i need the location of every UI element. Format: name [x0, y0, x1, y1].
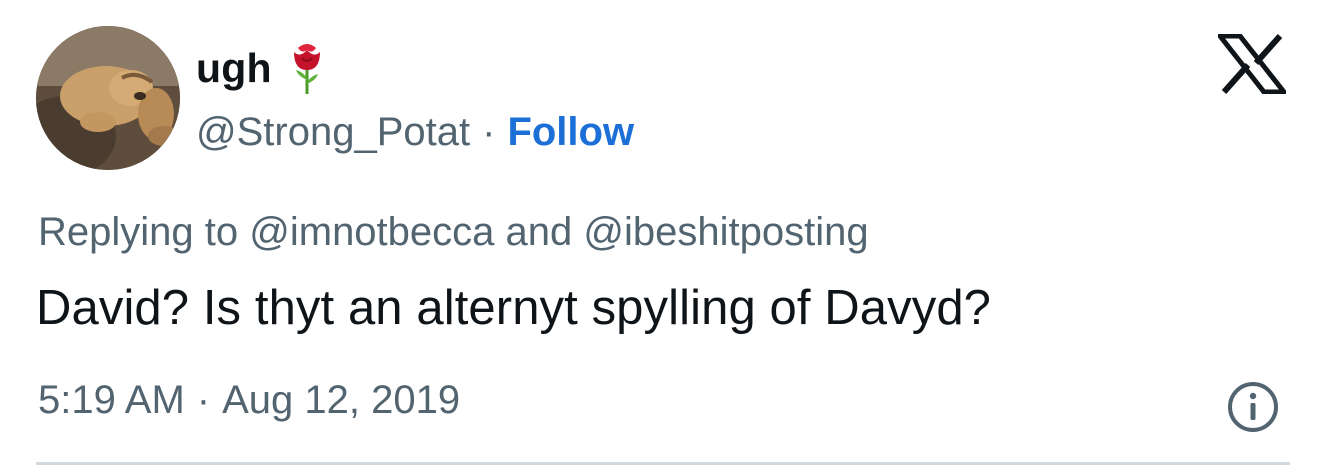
handle-row: @Strong_Potat · Follow	[196, 106, 634, 158]
tweet-time[interactable]: 5:19 AM	[38, 378, 185, 423]
x-logo-glyph	[1218, 34, 1286, 94]
reply-mention-1[interactable]: @imnotbecca	[249, 210, 494, 254]
display-name[interactable]: ugh	[196, 45, 272, 92]
x-logo-icon[interactable]	[1218, 34, 1286, 94]
dog-avatar-image	[36, 26, 180, 170]
display-name-row: ugh	[196, 40, 324, 96]
divider	[36, 462, 1290, 465]
reply-mention-2[interactable]: @ibeshitposting	[583, 210, 868, 254]
avatar[interactable]	[36, 26, 180, 170]
separator-dot: ·	[196, 378, 211, 422]
reply-connector: and	[505, 210, 573, 254]
replying-to-line: Replying to @imnotbecca and @ibeshitpost…	[38, 210, 869, 255]
timestamp-row: 5:19 AM · Aug 12, 2019	[38, 378, 460, 423]
tweet-text: David? Is thyt an alternyt spylling of D…	[36, 281, 992, 335]
info-icon[interactable]	[1226, 380, 1280, 434]
replying-prefix: Replying to	[38, 210, 239, 254]
author-handle[interactable]: @Strong_Potat	[196, 110, 470, 155]
separator-dot: ·	[482, 109, 496, 154]
tweet-date[interactable]: Aug 12, 2019	[222, 378, 460, 423]
rose-icon	[293, 44, 320, 94]
info-glyph	[1228, 382, 1278, 432]
tweet-card: ugh @Strong_Potat · Follow Replying to @…	[0, 0, 1336, 472]
follow-button[interactable]: Follow	[507, 110, 634, 155]
